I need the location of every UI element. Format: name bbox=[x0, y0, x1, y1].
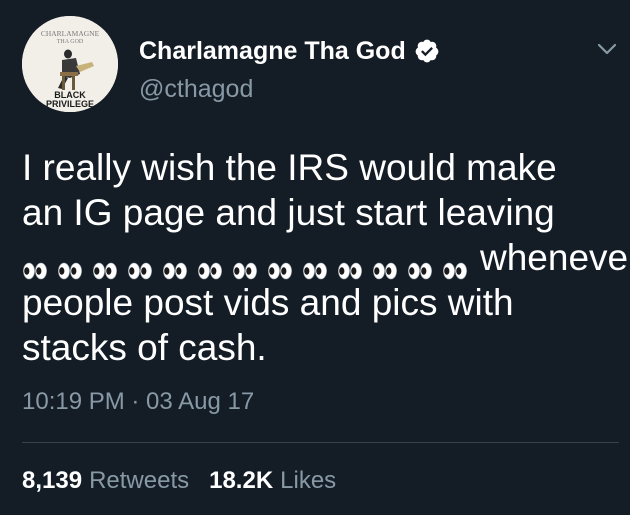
verified-badge-icon bbox=[414, 38, 440, 64]
tweet-line-2: an IG page and just start leaving bbox=[22, 192, 555, 233]
avatar-author-line-2: THA GOD bbox=[57, 39, 84, 45]
likes-stat[interactable]: 18.2K Likes bbox=[209, 467, 336, 495]
eyes-emoji-row bbox=[22, 246, 468, 280]
tweet-card: CHARLAMAGNE THA GOD BLACK PRIVILEGE Char… bbox=[0, 0, 630, 515]
tweet-text: I really wish the IRS would make an IG p… bbox=[22, 145, 630, 370]
display-name-row[interactable]: Charlamagne Tha God bbox=[139, 33, 440, 69]
avatar[interactable]: CHARLAMAGNE THA GOD BLACK PRIVILEGE bbox=[22, 16, 118, 112]
tweet-stats: 8,139 Retweets 18.2K Likes bbox=[22, 467, 336, 495]
tweet-timestamp[interactable]: 10:19 PM · 03 Aug 17 bbox=[22, 388, 254, 416]
eyes-emoji bbox=[22, 246, 48, 280]
eyes-emoji bbox=[337, 246, 363, 280]
likes-count: 18.2K bbox=[209, 467, 274, 494]
eyes-emoji bbox=[372, 246, 398, 280]
chevron-down-icon[interactable] bbox=[594, 40, 620, 58]
retweets-count: 8,139 bbox=[22, 467, 83, 494]
eyes-emoji bbox=[197, 246, 223, 280]
tweet-line-3: whenever bbox=[22, 235, 630, 280]
tweet-line-5: stacks of cash. bbox=[22, 327, 267, 368]
avatar-book-cover-image: CHARLAMAGNE THA GOD BLACK PRIVILEGE bbox=[22, 16, 118, 112]
eyes-emoji bbox=[57, 246, 83, 280]
retweets-stat[interactable]: 8,139 Retweets bbox=[22, 467, 189, 495]
eyes-emoji bbox=[232, 246, 258, 280]
eyes-emoji bbox=[92, 246, 118, 280]
eyes-emoji bbox=[302, 246, 328, 280]
eyes-emoji bbox=[442, 246, 468, 280]
likes-label: Likes bbox=[280, 467, 337, 494]
eyes-emoji bbox=[127, 246, 153, 280]
display-name[interactable]: Charlamagne Tha God bbox=[139, 37, 406, 66]
tweet-line-3-text: whenever bbox=[480, 237, 630, 278]
tweet-line-4: people post vids and pics with bbox=[22, 282, 514, 323]
tweet-line-1: I really wish the IRS would make bbox=[22, 147, 557, 188]
eyes-emoji bbox=[267, 246, 293, 280]
divider bbox=[22, 442, 619, 443]
avatar-author-line-1: CHARLAMAGNE bbox=[41, 29, 100, 38]
user-handle[interactable]: @cthagod bbox=[139, 75, 253, 104]
retweets-label: Retweets bbox=[89, 467, 190, 494]
eyes-emoji bbox=[407, 246, 433, 280]
avatar-title-line-2: PRIVILEGE bbox=[46, 99, 94, 109]
eyes-emoji bbox=[162, 246, 188, 280]
